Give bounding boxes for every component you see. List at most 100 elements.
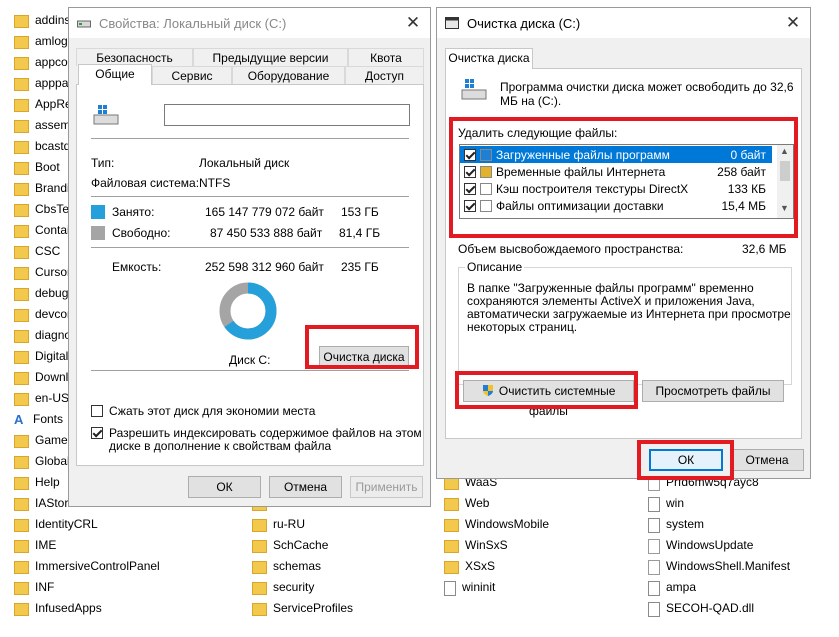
properties-window: Свойства: Локальный диск (C:) ✕ Безопасн…	[68, 7, 431, 507]
explorer-item-label: CSC	[35, 244, 61, 258]
folder-icon	[14, 266, 29, 280]
folder-icon	[14, 329, 29, 343]
explorer-item[interactable]: win	[648, 493, 684, 513]
tab-tools[interactable]: Сервис	[152, 66, 232, 84]
capacity-label: Емкость:	[112, 260, 162, 274]
tab-sharing[interactable]: Доступ	[345, 66, 424, 84]
explorer-item-label: INF	[35, 580, 55, 594]
system-file-icon	[444, 580, 456, 596]
explorer-item-label: WindowsMobile	[465, 517, 550, 531]
index-checkbox[interactable]	[91, 427, 103, 439]
explorer-item[interactable]: IME	[14, 535, 56, 555]
explorer-item[interactable]: ampa	[648, 577, 696, 597]
explorer-item-label: IME	[35, 538, 57, 552]
explorer-item[interactable]: Boot	[14, 157, 60, 177]
compress-checkbox[interactable]	[91, 405, 103, 417]
folder-icon	[252, 560, 267, 574]
file-icon	[648, 559, 660, 575]
explorer-item[interactable]: addins	[14, 10, 70, 30]
index-label-line1: Разрешить индексировать содержимое файло…	[109, 426, 422, 440]
explorer-item[interactable]: XSxS	[444, 556, 495, 576]
explorer-item[interactable]: Web	[444, 493, 489, 513]
system-file-icon	[648, 496, 660, 512]
explorer-item-label: IdentityCRL	[35, 517, 98, 531]
explorer-item[interactable]: A Fonts	[14, 409, 63, 429]
capacity-bytes: 252 598 312 960 байт	[205, 260, 324, 274]
tab-previous-versions[interactable]: Предыдущие версии	[193, 48, 348, 66]
view-files-button[interactable]: Просмотреть файлы	[642, 380, 784, 402]
explorer-item[interactable]: wininit	[444, 577, 495, 597]
close-icon[interactable]: ✕	[782, 12, 804, 34]
explorer-item[interactable]: security	[252, 577, 314, 597]
explorer-item[interactable]: WindowsShell.Manifest	[648, 556, 790, 576]
explorer-item-label: Boot	[35, 160, 60, 174]
explorer-item-label: XSxS	[465, 559, 496, 573]
explorer-item-label: debug	[35, 286, 69, 300]
explorer-item[interactable]: IdentityCRL	[14, 514, 98, 534]
explorer-item[interactable]: GameB	[14, 430, 76, 450]
explorer-item-label: addins	[35, 13, 71, 27]
file-icon	[648, 538, 660, 554]
fs-label: Файловая система:	[91, 176, 200, 190]
explorer-item[interactable]: ServiceProfiles	[252, 598, 353, 618]
folder-icon	[14, 119, 29, 133]
explorer-item[interactable]: WindowsMobile	[444, 514, 549, 534]
explorer-item[interactable]: bcastdv	[14, 136, 76, 156]
close-icon[interactable]: ✕	[402, 12, 424, 34]
explorer-item-label: Web	[465, 496, 490, 510]
explorer-item[interactable]: debug	[14, 283, 68, 303]
cancel-button[interactable]: Отмена	[730, 449, 804, 471]
explorer-item[interactable]: WinSxS	[444, 535, 508, 555]
explorer-item-label: InfusedApps	[35, 601, 102, 615]
explorer-item[interactable]: WindowsUpdate	[648, 535, 753, 555]
explorer-item-label: WindowsShell.Manifest	[666, 559, 791, 573]
explorer-item[interactable]: DigitalL	[14, 346, 75, 366]
folder-icon	[252, 539, 267, 553]
explorer-item[interactable]: ru-RU	[252, 514, 305, 534]
explorer-item[interactable]: SchCache	[252, 535, 328, 555]
tab-hardware[interactable]: Оборудование	[232, 66, 345, 84]
explorer-item[interactable]: CSC	[14, 241, 60, 261]
divider	[91, 138, 409, 139]
folder-icon	[14, 203, 29, 217]
properties-titlebar[interactable]: Свойства: Локальный диск (C:) ✕	[69, 8, 430, 38]
explorer-item[interactable]: appcon	[14, 52, 74, 72]
explorer-item[interactable]: INF	[14, 577, 54, 597]
explorer-item-label: Fonts	[33, 412, 64, 426]
explorer-item[interactable]: Downlo	[14, 367, 75, 387]
cleanup-titlebar[interactable]: Очистка диска (C:) ✕	[437, 8, 810, 38]
folder-icon	[14, 518, 29, 532]
space-label: Объем высвобождаемого пространства:	[458, 242, 684, 256]
folder-icon	[14, 497, 29, 511]
explorer-item-label: ServiceProfiles	[273, 601, 354, 615]
explorer-item[interactable]: schemas	[252, 556, 321, 576]
free-bytes: 87 450 533 888 байт	[210, 226, 323, 240]
explorer-item[interactable]: system	[648, 514, 704, 534]
tab-quota[interactable]: Квота	[348, 48, 424, 66]
drive-name-input[interactable]	[164, 104, 410, 126]
highlight-cleanup-button	[305, 325, 419, 369]
ok-button[interactable]: ОК	[188, 476, 261, 498]
explorer-item-label: WindowsUpdate	[666, 538, 754, 552]
explorer-item[interactable]: en-US	[14, 388, 69, 408]
properties-title: Свойства: Локальный диск (C:)	[99, 15, 287, 31]
explorer-item[interactable]: devcon	[14, 304, 74, 324]
explorer-item[interactable]: amlog	[14, 31, 68, 51]
cancel-button[interactable]: Отмена	[269, 476, 342, 498]
explorer-item-label: en-US	[35, 391, 70, 405]
system-file-icon	[648, 517, 660, 533]
folder-icon	[14, 392, 29, 406]
explorer-item-label: SECOH-QAD.dll	[666, 601, 755, 615]
apply-button[interactable]: Применить	[350, 476, 423, 498]
explorer-item[interactable]: InfusedApps	[14, 598, 102, 618]
divider	[91, 247, 409, 248]
tab-disk-cleanup[interactable]: Очистка диска	[445, 48, 533, 69]
folder-icon	[14, 14, 29, 28]
explorer-item[interactable]: SECOH-QAD.dll	[648, 598, 754, 618]
tab-general[interactable]: Общие	[78, 64, 152, 85]
explorer-item[interactable]: Help	[14, 472, 60, 492]
explorer-item[interactable]: ImmersiveControlPanel	[14, 556, 160, 576]
intro-line1: Программа очистки диска может освободить…	[500, 80, 794, 94]
folder-icon	[14, 140, 29, 154]
folder-icon	[14, 245, 29, 259]
